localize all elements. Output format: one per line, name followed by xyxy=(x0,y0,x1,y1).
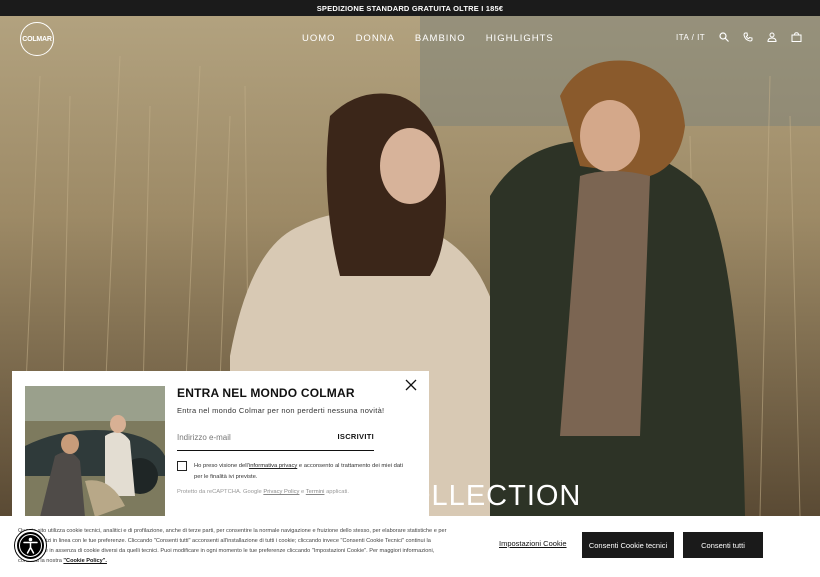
consent-text: Ho preso visione dell'informativa privac… xyxy=(194,461,409,483)
hero-collection-title: OLLECTION xyxy=(408,480,582,512)
site-header: COLMAR UOMO DONNA BAMBINO HIGHLIGHTS ITA… xyxy=(0,16,820,62)
bag-icon[interactable] xyxy=(791,32,802,42)
cookie-policy-link[interactable]: "Cookie Policy". xyxy=(63,558,107,564)
google-privacy-link[interactable]: Privacy Policy xyxy=(263,489,299,495)
subscribe-button[interactable]: ISCRIVITI xyxy=(338,432,374,441)
cookie-settings-link[interactable]: Impostazioni Cookie xyxy=(499,539,567,548)
user-icon[interactable] xyxy=(767,32,777,42)
privacy-checkbox[interactable] xyxy=(177,461,187,471)
recaptcha-text-after: applicati. xyxy=(324,489,349,495)
accessibility-button[interactable] xyxy=(15,530,46,561)
recaptcha-notice: Protetto da reCAPTCHA. Google Privacy Po… xyxy=(177,489,349,495)
newsletter-title: ENTRA NEL MONDO COLMAR xyxy=(177,386,355,400)
nav-item-uomo[interactable]: UOMO xyxy=(302,33,336,44)
consent-text-before: Ho preso visione dell' xyxy=(194,463,249,469)
nav-item-bambino[interactable]: BAMBINO xyxy=(415,33,466,44)
language-selector[interactable]: ITA / IT xyxy=(676,33,705,42)
close-icon[interactable] xyxy=(403,377,419,393)
nav-item-donna[interactable]: DONNA xyxy=(356,33,395,44)
nav-item-highlights[interactable]: HIGHLIGHTS xyxy=(486,33,554,44)
promo-text: SPEDIZIONE STANDARD GRATUITA OLTRE I 185… xyxy=(316,3,504,13)
email-input[interactable] xyxy=(177,426,327,448)
google-terms-link[interactable]: Termini xyxy=(306,489,325,495)
email-form: ISCRIVITI xyxy=(177,426,374,451)
phone-icon[interactable] xyxy=(743,32,753,42)
promo-bar: SPEDIZIONE STANDARD GRATUITA OLTRE I 185… xyxy=(0,0,820,16)
privacy-policy-link[interactable]: informativa privacy xyxy=(249,463,297,469)
cookie-text: Questo sito utilizza cookie tecnici, ana… xyxy=(18,526,448,566)
colmar-logo[interactable]: COLMAR xyxy=(20,22,54,56)
search-icon[interactable] xyxy=(719,32,730,42)
accessibility-icon xyxy=(19,534,42,557)
allow-all-cookies-button[interactable]: Consenti tutti xyxy=(683,532,763,558)
main-nav: UOMO DONNA BAMBINO HIGHLIGHTS xyxy=(302,33,554,44)
newsletter-popup: ENTRA NEL MONDO COLMAR Entra nel mondo C… xyxy=(12,371,429,517)
cookie-banner: Questo sito utilizza cookie tecnici, ana… xyxy=(0,516,820,577)
newsletter-image xyxy=(25,386,165,517)
newsletter-photo xyxy=(25,386,165,517)
logo-text: COLMAR xyxy=(22,35,52,43)
allow-technical-cookies-button[interactable]: Consenti Cookie tecnici xyxy=(582,532,674,558)
recaptcha-text-before: Protetto da reCAPTCHA. Google xyxy=(177,489,264,495)
header-tools: ITA / IT xyxy=(676,32,802,42)
newsletter-subtitle: Entra nel mondo Colmar per non perderti … xyxy=(177,406,385,415)
